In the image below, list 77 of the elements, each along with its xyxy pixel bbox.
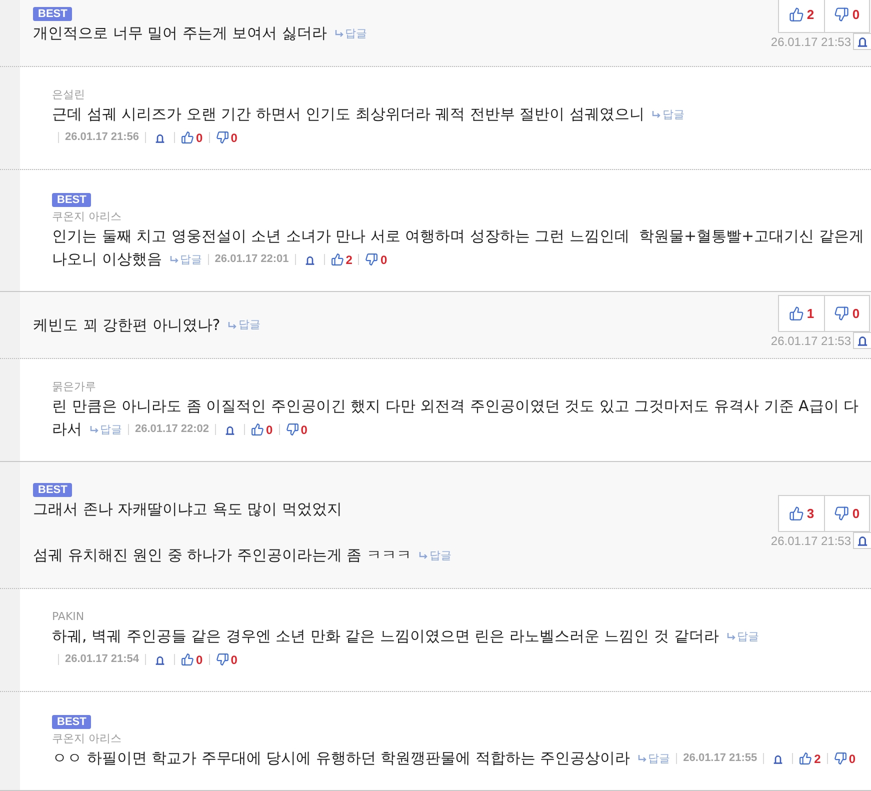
bell-icon bbox=[155, 654, 166, 665]
best-badge: BEST bbox=[33, 7, 72, 21]
bell-button[interactable] bbox=[773, 754, 784, 764]
thumbs-up-icon bbox=[799, 752, 812, 766]
reply-arrow-icon bbox=[334, 30, 344, 38]
upvote-button[interactable]: 0 bbox=[181, 652, 203, 667]
bell-icon bbox=[155, 132, 166, 143]
comment-body: 인기는 둘째 치고 영웅전설이 소년 소녀가 만나 서로 여행하며 성장하는 그런 느낌인데 학원물+혈통빨+고대기신 같은게 나오니 이상했음 답글 26.01.17 22:01 2 0 bbox=[52, 225, 866, 271]
reply-link[interactable]: 답글 bbox=[652, 108, 684, 122]
reply-arrow-icon bbox=[170, 256, 179, 264]
bell-icon bbox=[773, 754, 784, 764]
thumbs-down-icon bbox=[365, 253, 378, 266]
best-badge: BEST bbox=[33, 483, 72, 497]
comment-author: 묽은가루 bbox=[52, 379, 97, 395]
thumbs-down-icon bbox=[834, 306, 850, 321]
bell-button[interactable] bbox=[155, 132, 166, 143]
comment-body: ㅇㅇ 하필이면 학교가 주무대에 당시에 유행하던 학원깽판물에 적합하는 주인공상이라 답글 26.01.17 21:55 2 0 bbox=[52, 747, 866, 770]
thumbs-up-icon bbox=[330, 253, 344, 266]
thumbs-up-icon bbox=[251, 423, 264, 436]
comment-date: 26.01.17 21:53 bbox=[770, 534, 851, 548]
upvote-button[interactable]: 0 bbox=[251, 422, 273, 437]
reply-link[interactable]: 답글 bbox=[638, 752, 670, 766]
reply-arrow-icon bbox=[228, 322, 238, 329]
comment-author: 쿠온지 아리스 bbox=[52, 731, 122, 747]
thumbs-up-icon bbox=[788, 7, 804, 22]
bell-button[interactable] bbox=[225, 424, 236, 435]
bell-icon bbox=[857, 535, 868, 546]
reply-arrow-icon bbox=[726, 633, 736, 640]
bell-icon bbox=[225, 424, 236, 435]
thumbs-down-icon bbox=[216, 653, 229, 666]
reply-arrow-icon bbox=[652, 111, 662, 118]
comment-author: 쿠온지 아리스 bbox=[52, 209, 122, 225]
comment-text: 그래서 존나 자캐딸이냐고 욕도 많이 먹었었지 섬궤 유치해진 원인 중 하나가 주인공이라는게 좀 ㅋㅋㅋ bbox=[33, 500, 412, 564]
thumbs-up-icon bbox=[181, 653, 194, 666]
reply-link[interactable]: 답글 bbox=[90, 422, 122, 437]
bell-button[interactable] bbox=[304, 254, 315, 265]
comment-author: PAKIN bbox=[52, 609, 86, 625]
thumbs-up-icon bbox=[788, 306, 804, 321]
comment-date: 26.01.17 21:53 bbox=[770, 334, 851, 348]
comment-date: 26.01.17 21:55 bbox=[683, 751, 758, 766]
comment-author: 은설린 bbox=[52, 87, 86, 103]
thumbs-up-icon bbox=[788, 506, 804, 521]
downvote-button[interactable]: 0 bbox=[365, 252, 388, 267]
reply-arrow-icon bbox=[419, 552, 428, 560]
reply-link[interactable]: 답글 bbox=[170, 252, 202, 267]
comment-text: 개인적으로 너무 밀어 주는게 보여서 싫더라 bbox=[33, 24, 327, 42]
bell-button[interactable] bbox=[155, 654, 166, 665]
bell-icon bbox=[304, 254, 315, 265]
downvote-button[interactable]: 0 bbox=[216, 130, 238, 145]
bell-icon bbox=[857, 36, 868, 47]
comment-date: 26.01.17 21:56 bbox=[65, 130, 140, 146]
reply-arrow-icon bbox=[90, 426, 99, 434]
thumbs-down-icon bbox=[834, 506, 850, 521]
comment-body: 린 만큼은 아니라도 좀 이질적인 주인공이긴 했지 다만 외전격 주인공이였던 것도 있고 그것마저도 유격사 기준 A급이 다라서 답글 26.01.17 22:02 0 0 bbox=[52, 395, 866, 441]
comment-body: 하궤, 벽궤 주인공들 같은 경우엔 소년 만화 같은 느낌이였으면 린은 라노벨스러운 느낌인 것 같더라 답글 26.01.17 21:54 0 0 bbox=[52, 625, 866, 671]
thumbs-down-icon bbox=[834, 752, 847, 766]
thumbs-up-icon bbox=[181, 131, 194, 144]
reply-arrow-icon bbox=[638, 755, 648, 762]
best-badge: BEST bbox=[52, 715, 92, 729]
comment-date: 26.01.17 22:02 bbox=[135, 422, 210, 438]
comment-date: 26.01.17 21:53 bbox=[770, 34, 851, 48]
thumbs-down-icon bbox=[286, 423, 299, 436]
reply-link[interactable]: 답글 bbox=[726, 630, 759, 644]
upvote-button[interactable]: 2 bbox=[799, 752, 821, 766]
bell-icon bbox=[857, 335, 868, 346]
downvote-button[interactable]: 0 bbox=[834, 752, 856, 766]
thumbs-down-icon bbox=[834, 7, 850, 22]
comment-date: 26.01.17 22:01 bbox=[214, 252, 289, 268]
best-badge: BEST bbox=[52, 193, 92, 207]
upvote-button[interactable]: 0 bbox=[181, 130, 203, 145]
comment-text: 케빈도 꾀 강한편 아니였나? bbox=[33, 316, 220, 334]
comment-date: 26.01.17 21:54 bbox=[65, 652, 140, 668]
thumbs-down-icon bbox=[216, 131, 229, 144]
downvote-button[interactable]: 0 bbox=[286, 422, 308, 437]
comment-body: 근데 섬궤 시리즈가 오랜 기간 하면서 인기도 최상위더라 궤적 전반부 절반이 섬궤였으니 답글 26.01.17 21:56 0 0 bbox=[52, 103, 866, 149]
upvote-button[interactable]: 2 bbox=[330, 252, 352, 267]
downvote-button[interactable]: 0 bbox=[216, 652, 238, 667]
